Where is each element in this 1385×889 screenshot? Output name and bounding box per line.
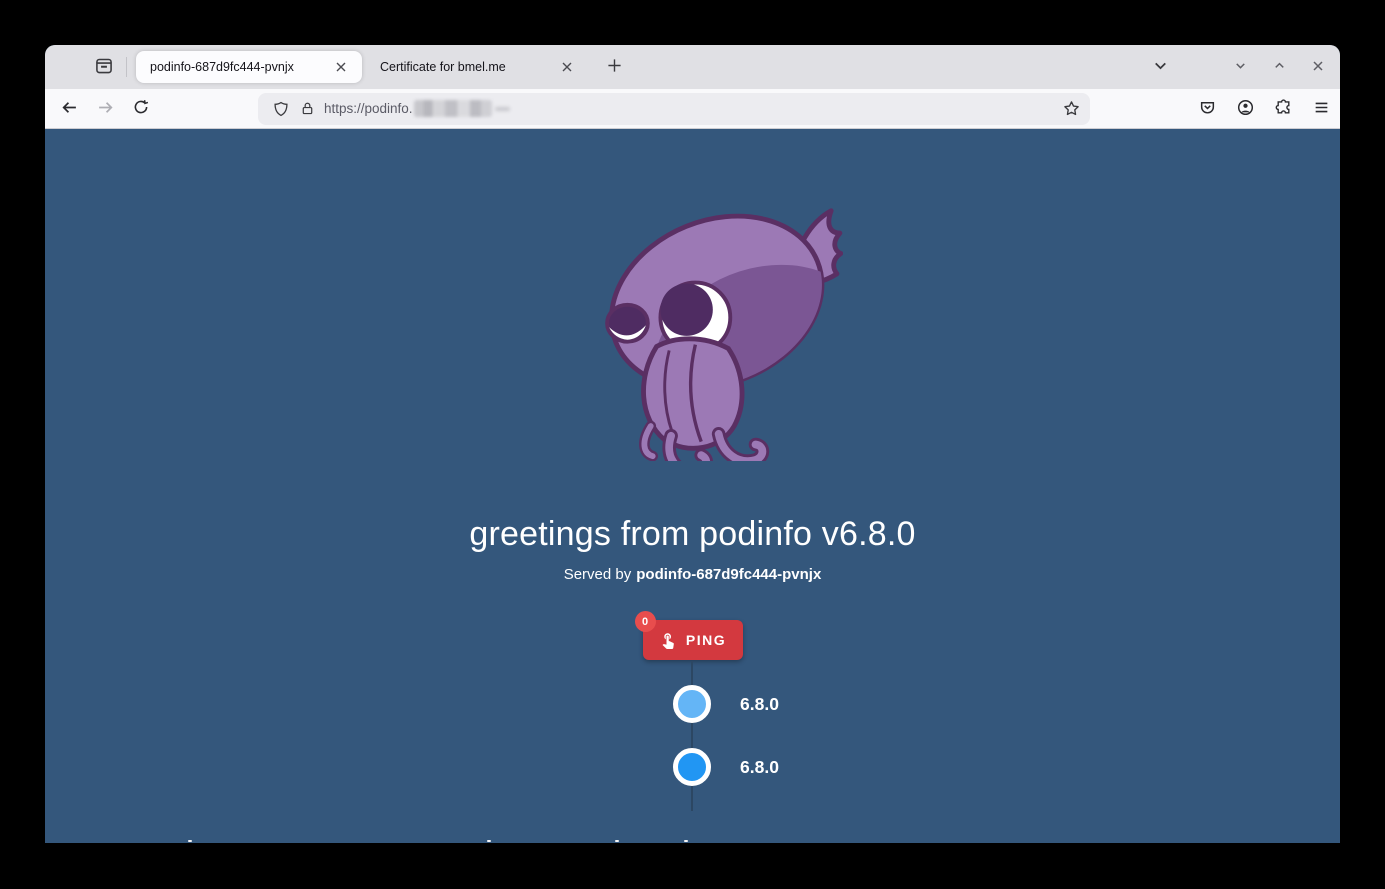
redacted-domain [414, 100, 492, 117]
page-content: greetings from podinfo v6.8.0 Served byp… [45, 129, 1340, 842]
reload-button[interactable] [125, 93, 157, 125]
url-bar[interactable]: https://podinfo. [258, 93, 1090, 125]
back-button[interactable] [53, 93, 85, 125]
timeline-version-label: 6.8.0 [740, 685, 779, 723]
lock-icon[interactable] [294, 96, 320, 122]
close-icon [1311, 59, 1325, 76]
refresh-icon [133, 99, 149, 118]
person-circle-icon [1237, 99, 1254, 119]
firefox-view-icon [95, 57, 113, 78]
puzzle-icon [1275, 99, 1292, 119]
clipped-text-top [615, 840, 619, 842]
shield-icon[interactable] [268, 96, 294, 122]
close-tab-icon[interactable] [330, 56, 352, 78]
served-by-prefix: Served by [564, 566, 632, 583]
pocket-button[interactable] [1191, 93, 1223, 125]
podinfo-squid-logo [571, 203, 843, 461]
ping-button[interactable]: 0 PING [643, 620, 743, 660]
timeline-dot[interactable] [673, 748, 711, 786]
served-by-host: podinfo-687d9fc444-pvnjx [636, 566, 821, 583]
navigation-toolbar: https://podinfo. [45, 89, 1340, 129]
account-button[interactable] [1229, 93, 1261, 125]
tab-label: Certificate for bmel.me [380, 60, 550, 74]
close-tab-icon[interactable] [556, 56, 578, 78]
minimize-button[interactable] [1224, 51, 1256, 83]
clipped-text-top [487, 840, 491, 842]
pocket-icon [1199, 99, 1216, 119]
served-by-line: Served bypodinfo-687d9fc444-pvnjx [45, 566, 1340, 583]
ping-button-label: PING [686, 632, 726, 648]
maximize-button[interactable] [1263, 51, 1295, 83]
forward-button[interactable] [89, 93, 121, 125]
tab-podinfo[interactable]: podinfo-687d9fc444-pvnjx [136, 51, 362, 83]
timeline-line [691, 661, 693, 811]
tab-separator [126, 57, 127, 77]
arrow-right-icon [97, 99, 114, 119]
arrow-left-icon [61, 99, 78, 119]
chevron-up-icon [1272, 58, 1287, 76]
chevron-down-icon [1152, 57, 1169, 77]
app-menu-button[interactable] [1305, 93, 1337, 125]
clipped-text-top [684, 840, 688, 842]
url-text[interactable]: https://podinfo. [324, 101, 413, 116]
tabbar-right-controls [1144, 51, 1340, 83]
tab-certificate[interactable]: Certificate for bmel.me [366, 51, 588, 83]
window-controls [1224, 51, 1334, 83]
list-all-tabs-button[interactable] [1144, 51, 1176, 83]
ping-badge: 0 [635, 611, 656, 632]
touch-icon [659, 631, 677, 649]
toolbar-right-icons [1191, 93, 1337, 125]
star-icon[interactable] [1058, 96, 1084, 122]
plus-icon [607, 58, 622, 76]
firefox-view-button[interactable] [88, 51, 120, 83]
redacted-domain-tail [495, 107, 510, 111]
timeline-version-label: 6.8.0 [740, 748, 779, 786]
timeline-dot[interactable] [673, 685, 711, 723]
new-tab-button[interactable] [598, 51, 630, 83]
page-title: greetings from podinfo v6.8.0 [45, 515, 1340, 554]
tab-label: podinfo-687d9fc444-pvnjx [150, 60, 324, 74]
hamburger-icon [1313, 99, 1330, 119]
close-window-button[interactable] [1302, 51, 1334, 83]
tab-bar: podinfo-687d9fc444-pvnjx Certificate for… [45, 45, 1340, 89]
chevron-down-icon [1233, 58, 1248, 76]
clipped-text-top [188, 840, 192, 842]
browser-window: podinfo-687d9fc444-pvnjx Certificate for… [45, 45, 1340, 843]
extensions-button[interactable] [1267, 93, 1299, 125]
